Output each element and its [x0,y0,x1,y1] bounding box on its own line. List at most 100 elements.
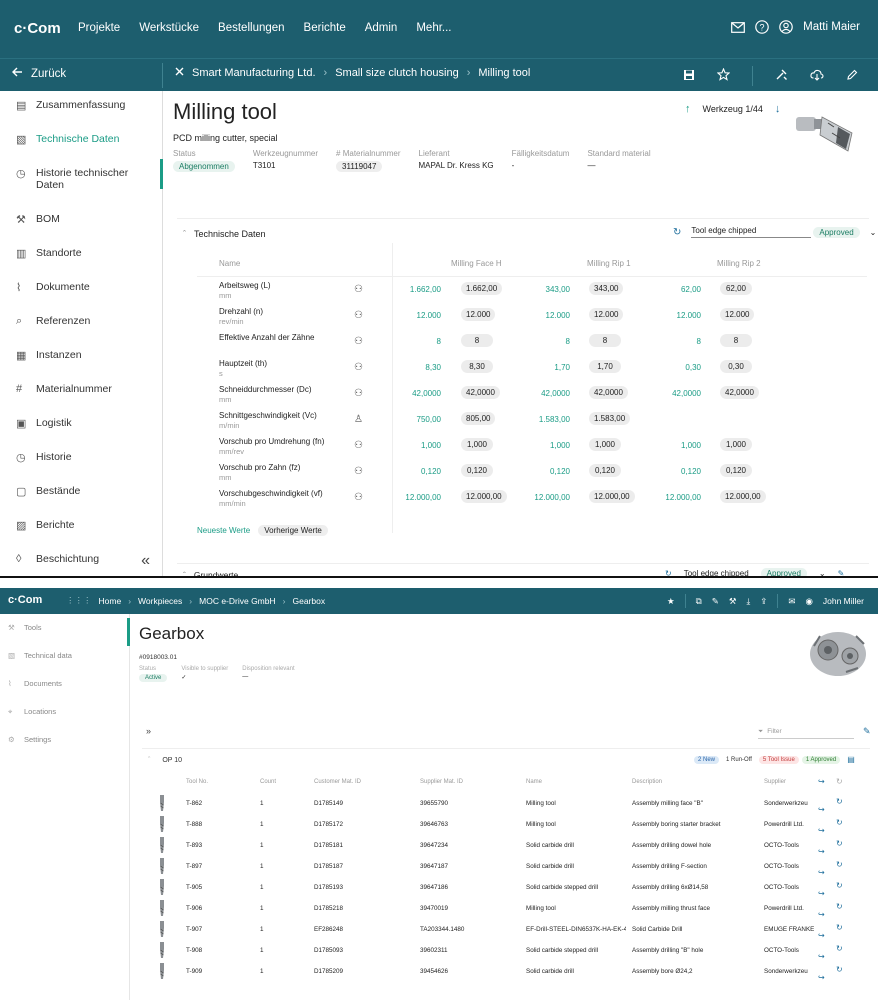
history-icon[interactable]: ↻ [836,860,843,869]
cloud-download-icon[interactable] [810,69,824,84]
table-row[interactable]: T-909 1 D1785209 39454626 Solid carbide dril… [142,961,870,982]
user-name[interactable]: John Miller [823,596,864,606]
tools-icon[interactable] [775,68,788,84]
chevron-down-icon[interactable]: ⌄ [870,228,877,237]
col-name[interactable]: Name [526,779,542,785]
sidebar-item-settings[interactable]: ⚙ Settings [0,726,129,754]
filter-input[interactable]: ⏷ Filter [758,728,854,739]
sidebar-item-standorte[interactable]: ▥ Standorte [0,239,162,273]
history-icon[interactable]: ↻ [836,881,843,890]
share-icon[interactable]: ↪ [818,931,825,940]
edit-icon[interactable]: ✎ [838,569,845,576]
arrow-up-icon[interactable]: ↑ [685,103,691,115]
share-icon[interactable]: ↪ [818,777,825,786]
table-row[interactable]: T-908 1 D1785093 39602311 Solid carbide step… [142,940,870,961]
table-row[interactable]: T-893 1 D1785181 39647234 Solid carbide dril… [142,835,870,856]
sidebar-item-historie-technischer-daten[interactable]: ◷ Historie technischer Daten [0,159,162,205]
badge-tool-issue[interactable]: 5 Tool Issue [758,755,799,764]
table-row[interactable]: T-907 1 EF286248 TA203344.1480 EF-Drill-STEE… [142,919,870,940]
breadcrumb-item-workpiece[interactable]: Small size clutch housing [335,67,459,79]
sidebar-item-referenzen[interactable]: ⌕ Referenzen [0,307,162,341]
share-icon[interactable]: ↪ [818,889,825,898]
person-icon[interactable]: ♙ [354,414,363,425]
history-icon[interactable]: ↻ [673,227,681,238]
tools-icon[interactable]: ⚒ [729,596,737,607]
col-tool-no[interactable]: Tool No. [186,779,208,785]
share-icon[interactable]: ↪ [818,910,825,919]
sidebar-item-dokumente[interactable]: ⌇ Dokumente [0,273,162,307]
history-icon[interactable]: ↻ [836,777,843,786]
save-icon[interactable] [683,69,695,84]
history-icon[interactable]: ↻ [665,569,672,576]
sidebar-item-locations[interactable]: ⌖ Locations [0,698,129,726]
status-value[interactable]: Tool edge chipped [684,569,749,576]
user-name[interactable]: Matti Maier [803,21,860,33]
arrow-down-icon[interactable]: ↓ [775,103,781,115]
chevron-down-icon[interactable]: ⌄ [819,569,826,576]
history-icon[interactable]: ↻ [836,902,843,911]
sidebar-item-logistik[interactable]: ▣ Logistik [0,409,162,443]
history-icon[interactable]: ↻ [836,944,843,953]
user-icon[interactable] [779,20,793,34]
table-row[interactable]: T-897 1 D1785187 39647187 Solid carbide dril… [142,856,870,877]
expand-all-icon[interactable]: » [146,726,151,736]
nav-berichte[interactable]: Berichte [304,22,346,34]
group-icon[interactable]: ⚇ [354,388,363,399]
close-icon[interactable] [175,67,184,79]
table-row[interactable]: T-906 1 D1785218 39470019 Milling tool Assemb… [142,898,870,919]
mail-icon[interactable] [731,21,746,33]
breadcrumb-item-company[interactable]: MOC e-Drive GmbH [199,596,276,606]
group-icon[interactable]: ⚇ [354,284,363,295]
share-icon[interactable]: ↪ [818,868,825,877]
nav-admin[interactable]: Admin [365,22,398,34]
sidebar-item-materialnummer[interactable]: # Materialnummer [0,375,162,409]
star-icon[interactable] [716,67,731,84]
breadcrumb-item-company[interactable]: Smart Manufacturing Ltd. [192,67,316,79]
history-icon[interactable]: ↻ [836,818,843,827]
copy-icon[interactable]: ⧉ [696,596,702,607]
group-icon[interactable]: ⚇ [354,310,363,321]
status-dropdown[interactable]: Tool edge chipped [691,226,812,238]
chevron-up-icon[interactable]: ˆ [183,229,186,239]
tab-neueste-werte[interactable]: Neueste Werte [197,526,250,535]
chevron-up-icon[interactable]: ˆ [148,757,150,764]
nav-mehr[interactable]: Mehr... [416,22,451,34]
nav-werkstuecke[interactable]: Werkstücke [139,22,199,34]
badge-new[interactable]: 2 New [694,755,720,764]
user-icon[interactable]: ◉ [805,596,812,607]
group-icon[interactable]: ⚇ [354,362,363,373]
op-header[interactable]: ˆ OP 10 [148,757,182,764]
share-icon[interactable]: ↪ [818,847,825,856]
share-icon[interactable]: ⇪ [760,596,767,607]
history-icon[interactable]: ↻ [836,797,843,806]
mail-icon[interactable]: ✉ [788,596,795,607]
group-icon[interactable]: ⚇ [354,492,363,503]
history-icon[interactable]: ↻ [836,839,843,848]
collapse-sidebar-icon[interactable]: « [141,552,150,570]
edit-icon[interactable]: ✎ [863,726,871,737]
breadcrumb-item-workpieces[interactable]: Workpieces [138,596,182,606]
apps-grid-icon[interactable]: ⋮⋮⋮ [66,595,92,606]
badge-approved[interactable]: 1 Approved [801,755,841,764]
share-icon[interactable]: ↪ [818,805,825,814]
col-count[interactable]: Count [260,779,276,785]
col-description[interactable]: Description [632,779,662,785]
download-icon[interactable]: ⤓ [746,596,750,607]
chevron-up-icon[interactable]: ˆ [183,570,186,576]
sidebar-item-technical-data[interactable]: ▧ Technical data [0,642,129,670]
col-customer-mat-id[interactable]: Customer Mat. ID [314,779,361,785]
tab-vorherige-werte[interactable]: Vorherige Werte [258,525,328,536]
history-icon[interactable]: ↻ [836,965,843,974]
edit-icon[interactable]: ✎ [712,596,719,607]
group-icon[interactable]: ⚇ [354,440,363,451]
table-row[interactable]: T-862 1 D1785149 39655790 Milling tool Assemb… [142,793,870,814]
share-icon[interactable]: ↪ [818,952,825,961]
group-icon[interactable]: ⚇ [354,336,363,347]
export-icon[interactable]: ▤ [847,755,855,764]
group-icon[interactable]: ⚇ [354,466,363,477]
sidebar-item-instanzen[interactable]: ▦ Instanzen [0,341,162,375]
badge-run-off[interactable]: 1 Run-Off [722,755,756,764]
ccom-logo[interactable]: c·Com [14,20,61,37]
table-row[interactable]: T-905 1 D1785193 39647186 Solid carbide step… [142,877,870,898]
star-icon[interactable]: ★ [667,596,675,607]
